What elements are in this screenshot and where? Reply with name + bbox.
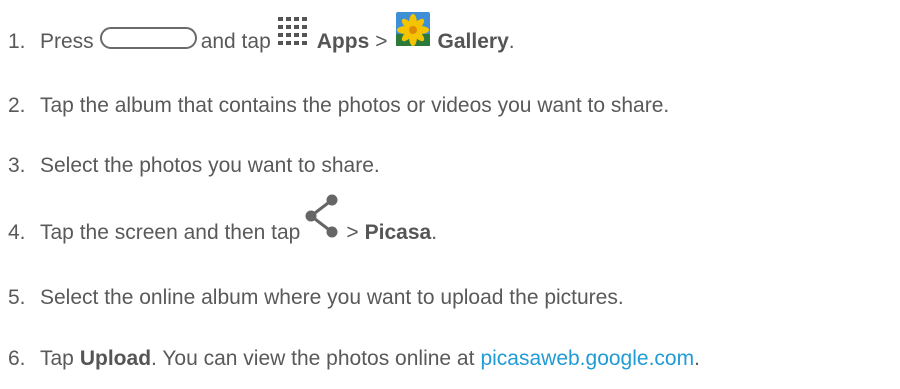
- step-number: 2.: [8, 94, 26, 117]
- share-icon: [302, 194, 344, 244]
- step-text: .: [431, 221, 438, 244]
- separator: >: [346, 221, 359, 244]
- step-2: 2. Tap the album that contains the photo…: [8, 86, 669, 126]
- instruction-steps: 1. Press and tap Apps > Gallery . 2. Tap…: [0, 0, 900, 389]
- picasa-label: Picasa: [364, 221, 432, 244]
- step-number: 3.: [8, 154, 26, 177]
- step-text: Select the photos you want to share.: [40, 154, 380, 177]
- step-number: 5.: [8, 286, 26, 309]
- step-text: .: [694, 347, 700, 370]
- step-4: 4. Tap the screen and then tap > Picasa …: [8, 194, 438, 253]
- step-text: Tap the album that contains the photos o…: [40, 94, 670, 117]
- step-3: 3. Select the photos you want to share.: [8, 146, 380, 186]
- upload-label: Upload: [79, 347, 152, 370]
- step-number: 6.: [8, 347, 26, 370]
- step-text: Tap the screen and then tap: [40, 221, 301, 244]
- apps-grid-icon: [277, 16, 311, 52]
- home-button-icon: [99, 27, 197, 49]
- step-6: 6. Tap Upload . You can view the photos …: [8, 339, 700, 379]
- step-1: 1. Press and tap Apps > Gallery .: [8, 12, 515, 62]
- picasa-web-link[interactable]: picasaweb.google.com: [480, 347, 694, 371]
- gallery-label: Gallery: [437, 30, 509, 53]
- step-5: 5. Select the online album where you wan…: [8, 278, 624, 318]
- step-number: 1.: [8, 30, 26, 53]
- step-text: Select the online album where you want t…: [40, 286, 624, 309]
- step-text: . You can view the photos online at: [151, 347, 475, 370]
- separator: >: [375, 30, 388, 53]
- gallery-icon: [395, 12, 430, 52]
- step-text: Press: [40, 30, 94, 53]
- step-number: 4.: [8, 221, 26, 244]
- step-text: Tap: [40, 347, 74, 370]
- step-text: .: [508, 30, 515, 53]
- step-text: and tap: [200, 30, 271, 53]
- apps-label: Apps: [316, 30, 370, 53]
